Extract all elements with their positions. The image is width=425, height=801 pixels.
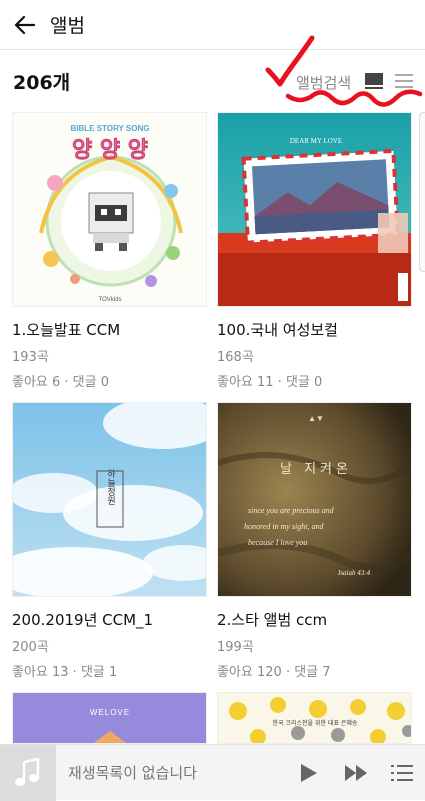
- album-title[interactable]: 1.오늘발표 CCM: [12, 319, 207, 340]
- album-stats: 좋아요 120 · 댓글 7: [217, 665, 331, 680]
- album-stats: 좋아요 11 · 댓글 0: [217, 375, 323, 390]
- album-cover[interactable]: 한국 크리스천을 위한 대표 은혜송: [217, 692, 412, 744]
- mini-player[interactable]: 재생목록이 없습니다: [0, 744, 425, 801]
- cover-script-line-1: since you are precious and: [248, 506, 335, 515]
- svg-text:▲▼: ▲▼: [308, 414, 324, 423]
- album-stats: 좋아요 6 · 댓글 0: [12, 375, 110, 390]
- playlist-icon[interactable]: [391, 762, 413, 784]
- play-icon[interactable]: [296, 761, 320, 785]
- album-stats: 좋아요 13 · 댓글 1: [12, 665, 118, 680]
- album-cover[interactable]: ▲▼ 날 지켜온 since you are precious and hono…: [217, 402, 412, 597]
- cover-title-text: 양 양 양: [72, 138, 148, 163]
- album-title[interactable]: 2.스타 앨범 ccm: [217, 609, 412, 630]
- album-search-button[interactable]: 앨범검색: [296, 72, 351, 93]
- grid-view-icon[interactable]: [365, 73, 383, 89]
- cover-top-text: DEAR MY LOVE: [290, 137, 342, 145]
- album-track-count: 193곡: [12, 350, 49, 365]
- player-album-art[interactable]: [0, 744, 56, 801]
- album-track-count: 200곡: [12, 640, 49, 655]
- album-cover[interactable]: WELOVE: [12, 692, 207, 744]
- player-status: 재생목록이 없습니다: [68, 764, 197, 782]
- cover-title-text: 하늘정원: [105, 469, 115, 505]
- page-title: 앨범: [50, 15, 85, 37]
- back-arrow-icon: [14, 15, 35, 34]
- album-title[interactable]: 100.국내 여성보컬: [217, 319, 412, 340]
- back-button[interactable]: [0, 0, 48, 50]
- cover-top-text: 한국 크리스천을 위한 대표 은혜송: [273, 719, 358, 727]
- album-track-count: 168곡: [217, 350, 254, 365]
- list-view-icon[interactable]: [395, 73, 413, 89]
- fast-forward-icon[interactable]: [343, 761, 369, 785]
- cover-title-text: 날 지켜온: [280, 462, 352, 477]
- album-toolbar: 206개 앨범검색: [0, 51, 425, 107]
- cover-brand-text: TOVkids: [99, 297, 122, 303]
- album-cover[interactable]: BIBLE STORY SONG 양 양 양 TOVkids: [12, 112, 207, 307]
- album-track-count: 199곡: [217, 640, 254, 655]
- cover-script-line-3: because I love you: [248, 538, 307, 547]
- album-card[interactable]: 하늘정원 200.2019년 CCM_1 200곡 좋아요 13 · 댓글 1: [12, 402, 207, 680]
- cover-top-text: WELOVE: [90, 708, 130, 717]
- album-title[interactable]: 200.2019년 CCM_1: [12, 609, 207, 630]
- cover-top-text: BIBLE STORY SONG: [71, 124, 150, 133]
- album-card[interactable]: BIBLE STORY SONG 양 양 양 TOVkids 1.오늘발표 CC…: [12, 112, 207, 390]
- app-header: 앨범: [0, 0, 425, 50]
- album-count: 206개: [13, 72, 71, 94]
- album-card[interactable]: 한국 크리스천을 위한 대표 은혜송: [217, 692, 412, 744]
- cover-script-line-2: honored in my sight, and: [244, 522, 324, 531]
- cover-reference-text: Isaiah 43:4: [337, 569, 371, 577]
- album-cover[interactable]: 하늘정원: [12, 402, 207, 597]
- album-card[interactable]: ▲▼ 날 지켜온 since you are precious and hono…: [217, 402, 412, 680]
- album-cover[interactable]: DEAR MY LOVE: [217, 112, 412, 307]
- album-card[interactable]: WELOVE: [12, 692, 207, 744]
- album-card[interactable]: DEAR MY LOVE 100.국내 여성보컬 168곡 좋아요 11 · 댓…: [217, 112, 412, 390]
- scroll-handle[interactable]: [419, 112, 425, 272]
- music-note-icon: [15, 757, 40, 786]
